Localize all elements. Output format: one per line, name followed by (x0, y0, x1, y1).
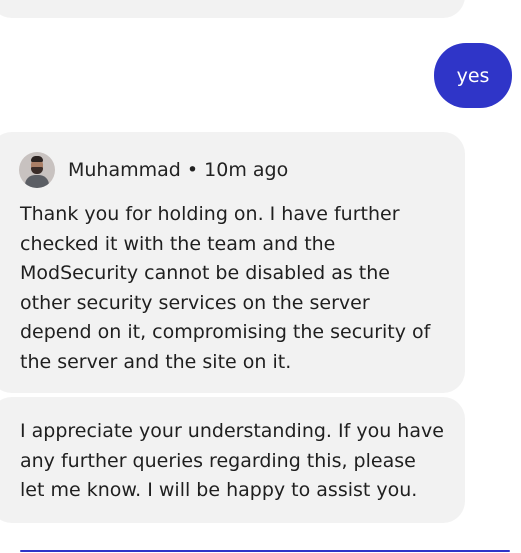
agent-meta: Muhammad • 10m ago (68, 159, 288, 181)
user-message-bubble: yes (434, 43, 512, 108)
agent-message-text: I appreciate your understanding. If you … (20, 420, 444, 501)
agent-header: Muhammad • 10m ago (19, 152, 288, 188)
message-time: 10m ago (204, 159, 289, 181)
user-message-text: yes (456, 64, 490, 87)
avatar (19, 152, 55, 188)
meta-separator: • (186, 159, 199, 181)
agent-message-text: Thank you for holding on. I have further… (20, 203, 431, 373)
agent-message-bubble: I appreciate your understanding. If you … (0, 397, 465, 523)
previous-agent-message-bubble (0, 0, 465, 18)
message-input-edge[interactable] (20, 550, 510, 552)
agent-message-bubble: Muhammad • 10m ago Thank you for holding… (0, 132, 465, 393)
agent-name: Muhammad (68, 159, 181, 181)
